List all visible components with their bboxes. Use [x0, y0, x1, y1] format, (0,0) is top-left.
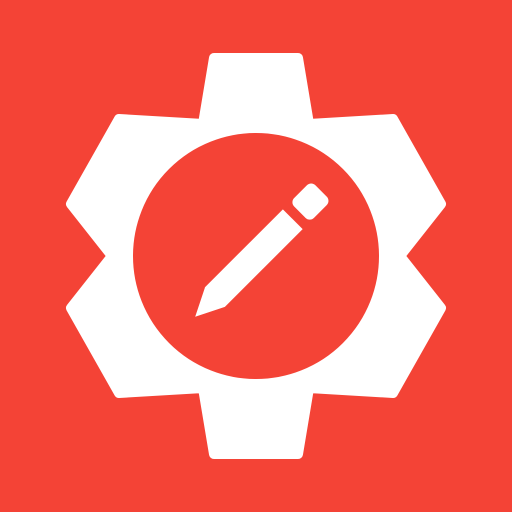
app-icon: [0, 0, 512, 512]
app-icon-graphic: [0, 0, 512, 512]
